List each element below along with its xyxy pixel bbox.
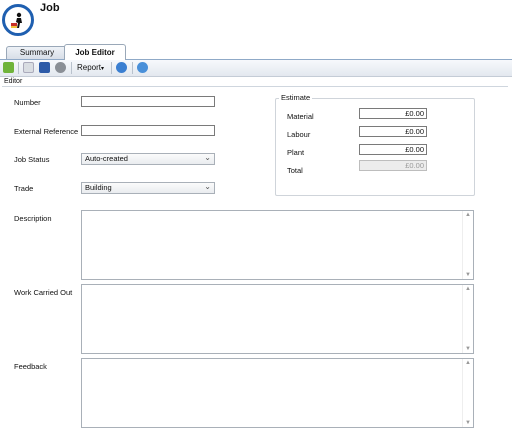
toolbar-separator [132,62,133,74]
trade-label: Trade [14,184,34,193]
new-icon[interactable] [3,62,14,73]
toolbar-separator [111,62,112,74]
description-label: Description [14,214,52,223]
chevron-down-icon: ⌄ [204,182,211,191]
scroll-up-icon[interactable]: ▲ [465,286,471,292]
editor-label: Editor [4,78,23,85]
number-label: Number [14,98,41,107]
material-label: Material [287,112,314,121]
labour-field[interactable]: £0.00 [359,126,427,137]
job-status-value: Auto-created [85,154,128,163]
external-reference-label: External Reference [14,127,79,136]
plant-label: Plant [287,148,305,157]
total-label: Total [287,166,303,175]
material-field[interactable]: £0.00 [359,108,427,119]
toolbar-separator [18,62,19,74]
scroll-down-icon[interactable]: ▼ [465,420,471,426]
scroll-up-icon[interactable]: ▲ [465,212,471,218]
number-field[interactable] [81,96,215,107]
estimate-title: Estimate [279,93,313,102]
scrollbar[interactable]: ▲ ▼ [462,211,473,279]
plant-field[interactable]: £0.00 [359,144,427,155]
scroll-down-icon[interactable]: ▼ [465,346,471,352]
toolbar: Report▾ [0,60,512,77]
page-title: Job [40,2,60,14]
work-carried-out-label: Work Carried Out [14,288,73,297]
job-status-select[interactable]: Auto-created ⌄ [81,153,215,165]
worker-icon [11,12,22,28]
feedback-label: Feedback [14,362,47,371]
labour-label: Labour [287,130,311,139]
scroll-up-icon[interactable]: ▲ [465,360,471,366]
refresh-icon[interactable] [116,62,127,73]
scrollbar[interactable]: ▲ ▼ [462,359,473,427]
report-label: Report [77,63,102,72]
tab-job-editor[interactable]: Job Editor [64,44,126,60]
job-status-label: Job Status [14,155,50,164]
report-button[interactable]: Report▾ [77,63,104,72]
total-field: £0.00 [359,160,427,171]
chevron-down-icon: ▾ [101,66,105,72]
description-textarea[interactable]: ▲ ▼ [81,210,474,280]
toolbar-separator [71,62,72,74]
scroll-down-icon[interactable]: ▼ [465,272,471,278]
chevron-down-icon: ⌄ [204,153,211,162]
trade-value: Building [85,183,112,192]
tab-strip: Summary Job Editor [0,44,512,60]
scrollbar[interactable]: ▲ ▼ [462,285,473,353]
trade-select[interactable]: Building ⌄ [81,182,215,194]
help-icon[interactable] [137,62,148,73]
work-carried-out-textarea[interactable]: ▲ ▼ [81,284,474,354]
save-icon[interactable] [39,62,50,73]
document-icon[interactable] [23,62,34,73]
cancel-icon[interactable] [55,62,66,73]
external-reference-field[interactable] [81,125,215,136]
feedback-textarea[interactable]: ▲ ▼ [81,358,474,428]
app-logo [2,4,34,36]
tab-summary[interactable]: Summary [6,46,68,59]
